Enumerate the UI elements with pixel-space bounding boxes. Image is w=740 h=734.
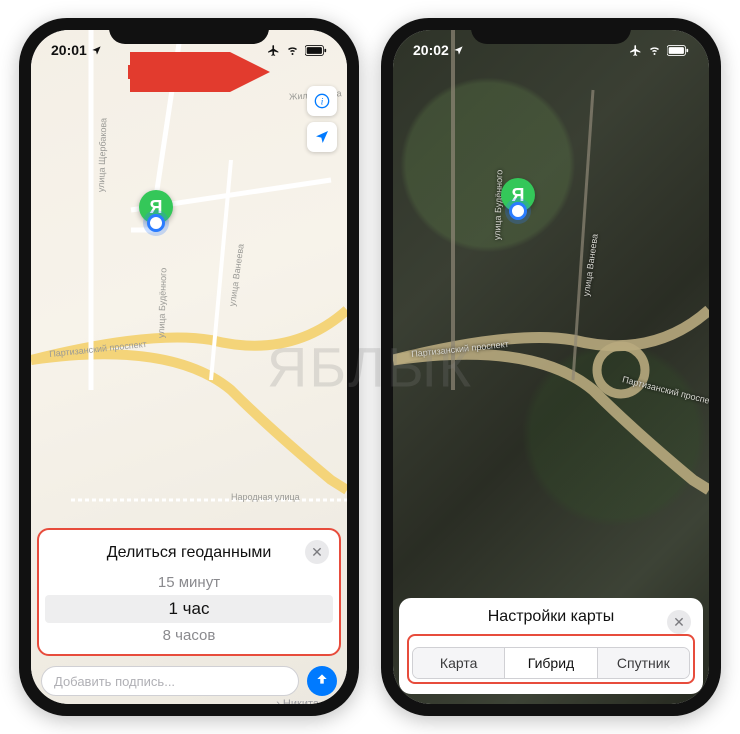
close-icon: ✕: [673, 614, 685, 631]
close-button[interactable]: ✕: [305, 540, 329, 564]
segment-hybrid[interactable]: Гибрид: [505, 648, 597, 678]
status-time: 20:01: [51, 42, 87, 58]
street-label: Народная улица: [231, 492, 300, 502]
info-button[interactable]: i: [307, 86, 337, 116]
recipient-label: › Никита: [276, 698, 319, 704]
notch: [471, 18, 631, 44]
pin-label: Я: [150, 197, 163, 218]
notch: [109, 18, 269, 44]
airplane-mode-icon: [629, 44, 642, 57]
send-icon: [315, 672, 329, 691]
caption-placeholder: Добавить подпись...: [54, 674, 175, 689]
screen-right: улица Будённого улица Ванеева Партизанск…: [393, 30, 709, 704]
caption-input[interactable]: Добавить подпись...: [41, 666, 299, 696]
location-services-icon: [453, 45, 464, 56]
phone-left: улица Щербакова улица Будённого улица Ва…: [19, 18, 359, 716]
annotation-arrow: [128, 52, 278, 92]
pin-label: Я: [512, 185, 525, 206]
battery-icon: [305, 45, 327, 56]
screen-left: улица Щербакова улица Будённого улица Ва…: [31, 30, 347, 704]
segment-map[interactable]: Карта: [413, 648, 505, 678]
wifi-icon: [647, 44, 662, 56]
map-settings-sheet: Настройки карты ✕ Карта Гибрид Спутник: [399, 598, 703, 694]
message-compose-bar: Добавить подпись... › Никита: [41, 666, 337, 696]
send-button[interactable]: [307, 666, 337, 696]
duration-option[interactable]: 8 часов: [45, 623, 333, 648]
phone-right: улица Будённого улица Ванеева Партизанск…: [381, 18, 721, 716]
segment-satellite[interactable]: Спутник: [598, 648, 689, 678]
share-location-sheet: Делиться геоданными ✕ 15 минут 1 час 8 ч…: [37, 528, 341, 656]
duration-option-selected[interactable]: 1 час: [45, 595, 333, 623]
locate-button[interactable]: [307, 122, 337, 152]
duration-option[interactable]: 15 минут: [45, 570, 333, 595]
map-type-segmented-control[interactable]: Карта Гибрид Спутник: [412, 647, 690, 679]
user-pin[interactable]: Я: [139, 190, 173, 224]
map-type-segmented-highlight: Карта Гибрид Спутник: [407, 634, 695, 684]
close-icon: ✕: [311, 544, 323, 561]
status-time: 20:02: [413, 42, 449, 58]
location-services-icon: [91, 45, 102, 56]
battery-icon: [667, 45, 689, 56]
sheet-title: Настройки карты: [488, 608, 615, 626]
svg-text:i: i: [321, 97, 324, 107]
close-button[interactable]: ✕: [667, 610, 691, 634]
wifi-icon: [285, 44, 300, 56]
sheet-title: Делиться геоданными: [107, 544, 272, 562]
user-pin[interactable]: Я: [501, 178, 535, 212]
